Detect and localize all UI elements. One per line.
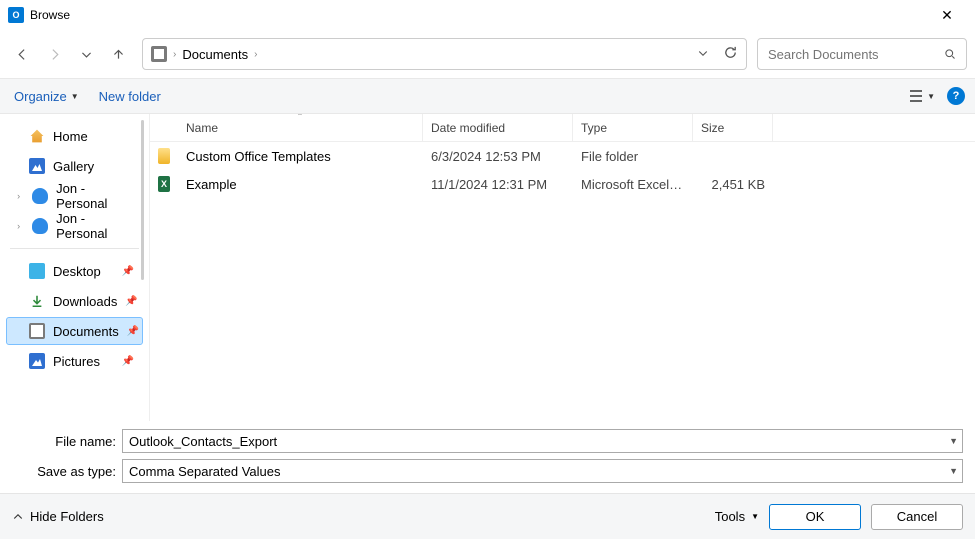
sidebar-item-gallery[interactable]: Gallery	[6, 152, 143, 180]
sidebar-item-pictures[interactable]: Pictures📌	[6, 347, 143, 375]
ok-button[interactable]: OK	[769, 504, 861, 530]
gallery-icon	[29, 158, 45, 174]
file-pane: ⌃Name Date modified Type Size Custom Off…	[150, 114, 975, 421]
navigation-sidebar: Home Gallery ›Jon - Personal ›Jon - Pers…	[0, 114, 150, 421]
main-area: Home Gallery ›Jon - Personal ›Jon - Pers…	[0, 114, 975, 421]
desktop-icon	[29, 263, 45, 279]
breadcrumb-documents[interactable]: Documents	[182, 47, 248, 62]
documents-icon	[151, 46, 167, 62]
caret-down-icon: ▼	[71, 92, 79, 101]
caret-down-icon: ▼	[927, 92, 935, 101]
sidebar-item-documents[interactable]: Documents📌	[6, 317, 143, 345]
chevron-down-icon[interactable]: ▼	[949, 436, 958, 446]
file-date: 11/1/2024 12:31 PM	[423, 177, 573, 192]
back-button[interactable]	[8, 40, 36, 68]
sidebar-item-onedrive-2[interactable]: ›Jon - Personal	[6, 212, 143, 240]
file-type: File folder	[573, 149, 693, 164]
dialog-footer: Hide Folders Tools▼ OK Cancel	[0, 493, 975, 539]
hide-folders-button[interactable]: Hide Folders	[12, 509, 104, 524]
sidebar-item-desktop[interactable]: Desktop📌	[6, 257, 143, 285]
history-dropdown[interactable]	[697, 47, 709, 62]
file-name: Example	[178, 177, 423, 192]
window-title: Browse	[30, 8, 70, 22]
pictures-icon	[29, 353, 45, 369]
title-bar: O Browse ✕	[0, 0, 975, 30]
chevron-up-icon	[12, 511, 24, 523]
excel-icon	[158, 176, 170, 192]
column-size[interactable]: Size	[693, 114, 773, 141]
chevron-right-icon[interactable]: ›	[254, 49, 257, 60]
new-folder-button[interactable]: New folder	[95, 86, 165, 107]
file-date: 6/3/2024 12:53 PM	[423, 149, 573, 164]
chevron-right-icon[interactable]: ›	[13, 191, 24, 201]
address-bar[interactable]: › Documents ›	[142, 38, 747, 70]
sidebar-item-home[interactable]: Home	[6, 122, 143, 150]
search-icon	[944, 47, 956, 61]
list-view-icon	[908, 89, 924, 103]
up-button[interactable]	[104, 40, 132, 68]
documents-icon	[29, 323, 45, 339]
organize-menu[interactable]: Organize▼	[10, 86, 83, 107]
close-icon: ✕	[941, 8, 953, 22]
recent-dropdown[interactable]	[72, 40, 100, 68]
pin-icon: 📌	[125, 296, 137, 307]
search-input[interactable]	[768, 47, 944, 62]
sidebar-item-onedrive-1[interactable]: ›Jon - Personal	[6, 182, 143, 210]
file-row[interactable]: Example 11/1/2024 12:31 PM Microsoft Exc…	[150, 170, 975, 198]
help-button[interactable]: ?	[947, 87, 965, 105]
search-box[interactable]	[757, 38, 967, 70]
file-list: Custom Office Templates 6/3/2024 12:53 P…	[150, 142, 975, 421]
home-icon	[29, 128, 45, 144]
onedrive-icon	[32, 188, 48, 204]
sort-indicator-icon: ⌃	[297, 114, 304, 121]
save-fields: File name: Outlook_Contacts_Export▼ Save…	[0, 421, 975, 493]
saveas-type-select[interactable]: Comma Separated Values▼	[122, 459, 963, 483]
file-row[interactable]: Custom Office Templates 6/3/2024 12:53 P…	[150, 142, 975, 170]
refresh-button[interactable]	[723, 45, 738, 63]
chevron-right-icon[interactable]: ›	[13, 221, 24, 231]
pin-icon: 📌	[122, 356, 134, 367]
folder-icon	[158, 148, 170, 164]
forward-button[interactable]	[40, 40, 68, 68]
cancel-button[interactable]: Cancel	[871, 504, 963, 530]
file-name: Custom Office Templates	[178, 149, 423, 164]
chevron-down-icon[interactable]: ▼	[949, 466, 958, 476]
saveas-label: Save as type:	[12, 464, 116, 479]
column-date-modified[interactable]: Date modified	[423, 114, 573, 141]
sidebar-item-downloads[interactable]: Downloads📌	[6, 287, 143, 315]
column-type[interactable]: Type	[573, 114, 693, 141]
onedrive-icon	[32, 218, 48, 234]
chevron-right-icon: ›	[173, 49, 176, 60]
view-mode-button[interactable]: ▼	[908, 89, 935, 103]
column-headers: ⌃Name Date modified Type Size	[150, 114, 975, 142]
filename-label: File name:	[12, 434, 116, 449]
close-button[interactable]: ✕	[927, 0, 967, 30]
pin-icon: 📌	[127, 326, 139, 337]
divider	[10, 248, 139, 249]
caret-down-icon: ▼	[751, 512, 759, 521]
scrollbar[interactable]	[141, 120, 144, 280]
pin-icon: 📌	[122, 266, 134, 277]
command-toolbar: Organize▼ New folder ▼ ?	[0, 78, 975, 114]
downloads-icon	[29, 293, 45, 309]
filename-input[interactable]: Outlook_Contacts_Export▼	[122, 429, 963, 453]
tools-menu[interactable]: Tools▼	[715, 509, 759, 524]
file-size: 2,451 KB	[693, 177, 773, 192]
file-type: Microsoft Excel C...	[573, 177, 693, 192]
column-name[interactable]: ⌃Name	[178, 114, 423, 141]
navigation-row: › Documents ›	[0, 30, 975, 78]
outlook-app-icon: O	[8, 7, 24, 23]
